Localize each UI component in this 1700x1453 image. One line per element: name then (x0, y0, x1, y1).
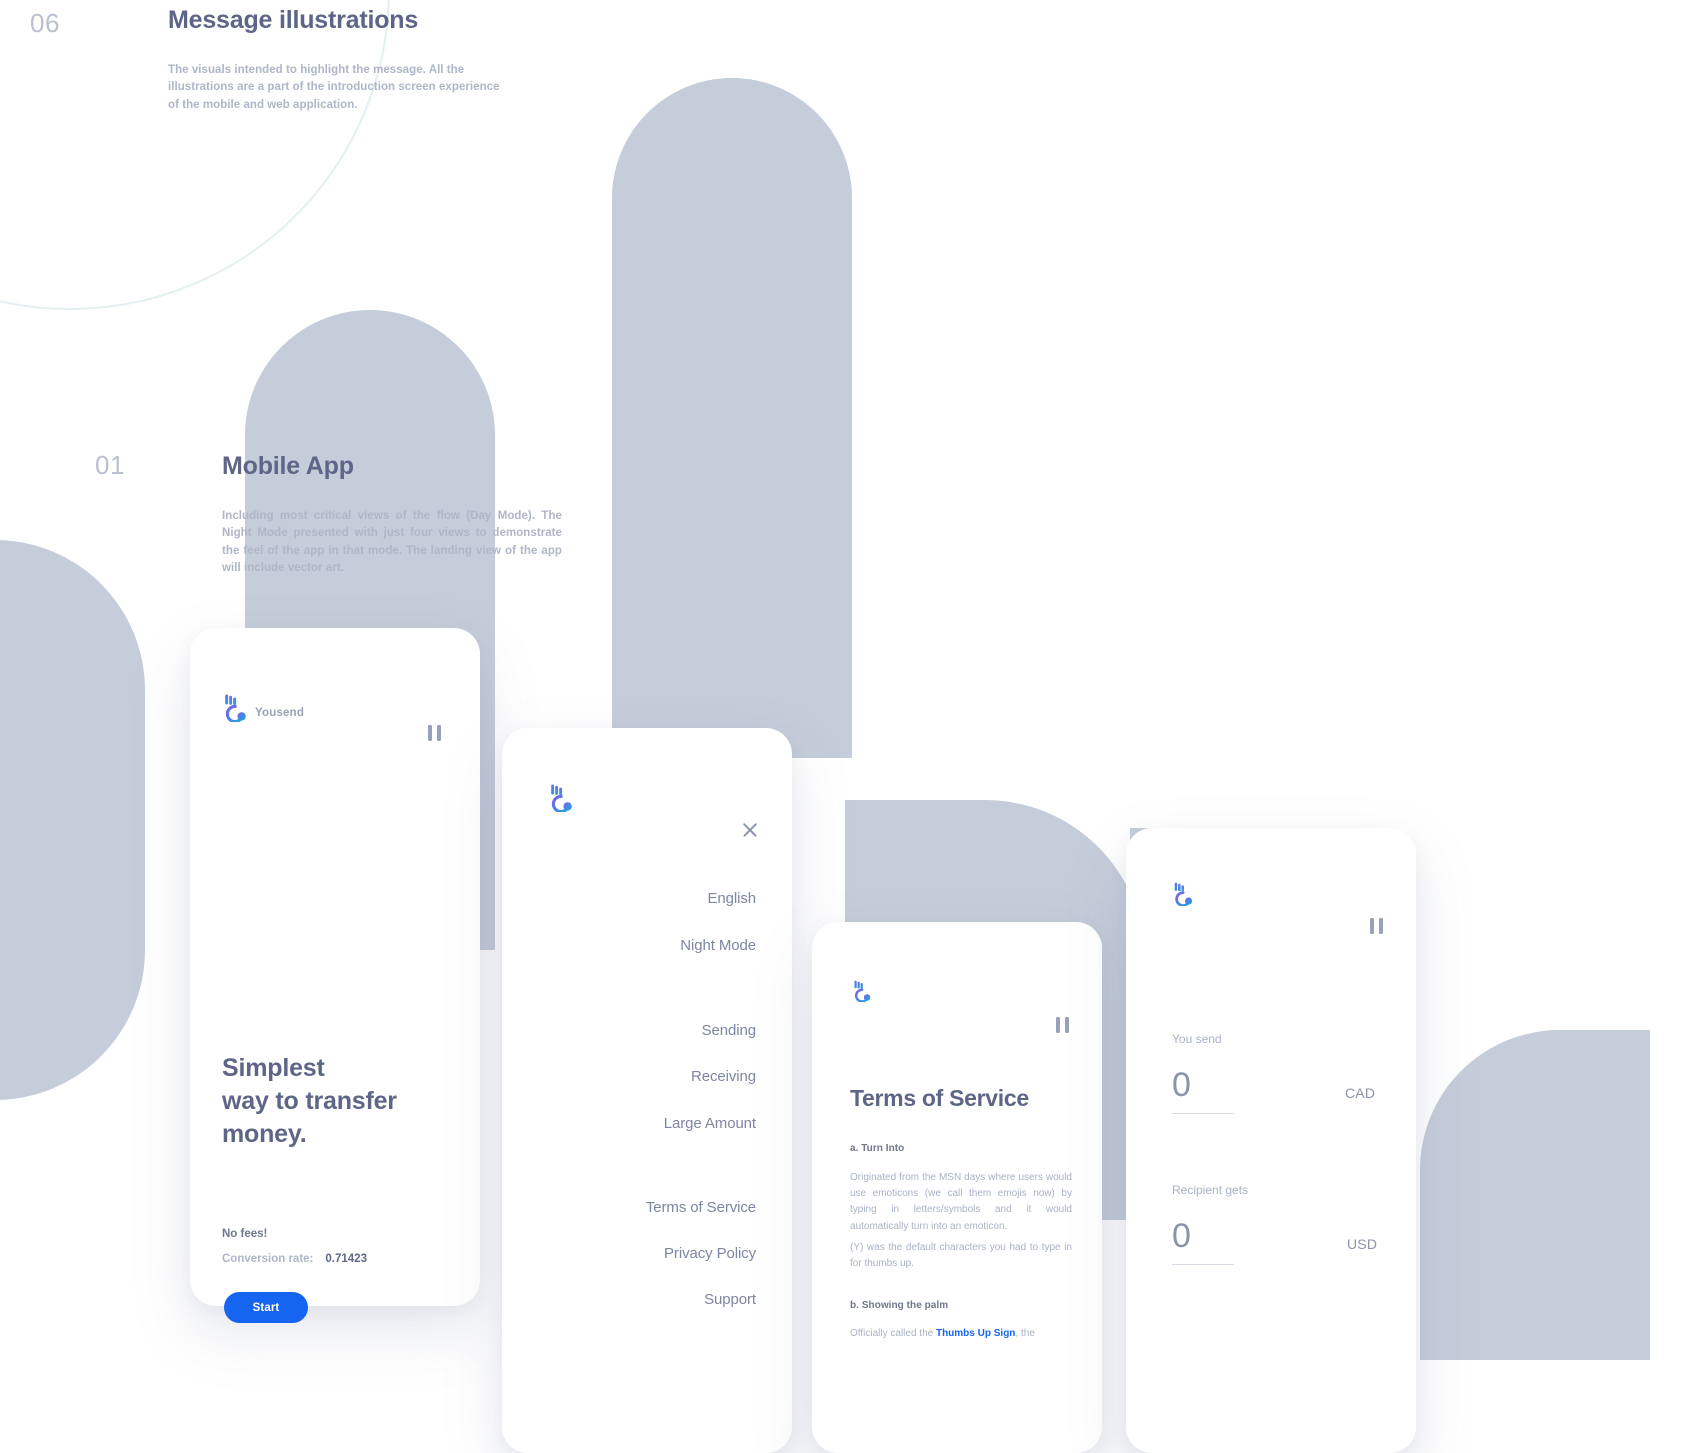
close-icon[interactable] (740, 820, 760, 840)
decorative-arch-tall (612, 78, 852, 758)
menu-item-sending[interactable]: Sending (702, 1022, 756, 1039)
you-send-label: You send (1172, 1032, 1222, 1046)
recipient-gets-currency[interactable]: USD (1347, 1236, 1660, 1252)
section-description-mobile-app: Including most critical views of the flo… (222, 510, 562, 575)
decorative-shape-corner (1420, 1030, 1650, 1360)
brand-logo-menu (548, 784, 574, 812)
page-title: Message illustrations (168, 6, 419, 34)
terms-highlight-link[interactable]: Thumbs Up Sign (936, 1328, 1015, 1339)
header-number: 06 (30, 8, 60, 38)
terms-paragraph-a1: Originated from the MSN days where users… (850, 1172, 1072, 1232)
ok-hand-icon (548, 784, 574, 812)
header-description: The visuals intended to highlight the me… (168, 64, 500, 111)
conversion-rate-row: Conversion rate: 0.71423 (222, 1253, 367, 1265)
presentation-canvas: 06 Message illustrations The visuals int… (0, 0, 1700, 1453)
pause-icon[interactable] (1370, 918, 1383, 934)
start-button[interactable]: Start (224, 1292, 308, 1323)
recipient-gets-label: Recipient gets (1172, 1183, 1249, 1197)
brand-logo-converter (1172, 882, 1194, 906)
decorative-shape-left (0, 540, 145, 1100)
ok-hand-icon (1172, 882, 1194, 906)
recipient-gets-underline (1172, 1264, 1234, 1265)
decorative-arc-line (0, 0, 390, 310)
menu-item-night-mode[interactable]: Night Mode (680, 937, 756, 954)
pause-icon[interactable] (428, 725, 441, 741)
menu-item-receiving[interactable]: Receiving (691, 1068, 756, 1085)
section-title-mobile-app: Mobile App (222, 452, 354, 480)
you-send-currency[interactable]: CAD (1345, 1085, 1660, 1101)
terms-title: Terms of Service (850, 1085, 1029, 1111)
section-number-mobile-app: 01 (95, 450, 125, 480)
terms-heading-a: a. Turn Into (850, 1143, 905, 1154)
brand-logo-terms (852, 980, 872, 1002)
conversion-rate-label: Conversion rate: (222, 1253, 314, 1265)
you-send-value[interactable]: 0 (1172, 1068, 1191, 1102)
terms-paragraph-a2: (Y) was the default characters you had t… (850, 1242, 1072, 1270)
pause-icon[interactable] (1056, 1017, 1069, 1033)
menu-item-terms-of-service[interactable]: Terms of Service (646, 1199, 756, 1216)
ok-hand-icon (852, 980, 872, 1002)
menu-item-privacy-policy[interactable]: Privacy Policy (664, 1245, 756, 1262)
you-send-underline (1172, 1113, 1234, 1114)
onboarding-headline: Simplest way to transfer money. (222, 1054, 397, 1148)
conversion-rate-value: 0.71423 (325, 1253, 367, 1265)
menu-item-english[interactable]: English (708, 890, 757, 907)
menu-item-large-amount[interactable]: Large Amount (664, 1115, 756, 1132)
recipient-gets-value[interactable]: 0 (1172, 1219, 1191, 1253)
no-fees-label: No fees! (222, 1228, 268, 1240)
terms-paragraph-b1: Officially called the Thumbs Up Sign, th… (850, 1328, 1035, 1339)
ok-hand-icon (222, 694, 248, 722)
brand-logo-onboarding: Yousend (222, 694, 304, 722)
terms-heading-b: b. Showing the palm (850, 1300, 949, 1311)
brand-name: Yousend (255, 707, 305, 719)
menu-item-support[interactable]: Support (704, 1291, 756, 1308)
